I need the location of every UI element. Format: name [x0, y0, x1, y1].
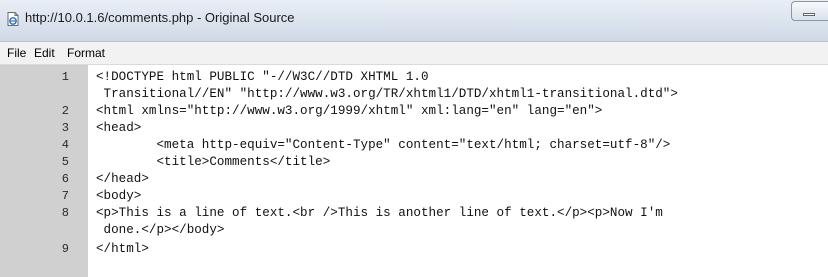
- line-number: 6: [61, 172, 69, 186]
- line-text: <body>: [96, 189, 142, 203]
- line-text: <!DOCTYPE html PUBLIC "-//W3C//DTD XHTML…: [96, 70, 429, 84]
- line-text: </head>: [96, 172, 149, 186]
- line-text: done.</p></body>: [96, 223, 225, 237]
- line-text: <p>This is a line of text.<br />This is …: [96, 206, 663, 220]
- line-number: 2: [61, 104, 69, 118]
- code-line: 6 </head>: [0, 171, 828, 187]
- line-text: <meta http-equiv="Content-Type" content=…: [96, 138, 671, 152]
- title-bar[interactable]: http://10.0.1.6/comments.php - Original …: [0, 0, 828, 42]
- source-view[interactable]: 1 <!DOCTYPE html PUBLIC "-//W3C//DTD XHT…: [0, 65, 828, 277]
- line-number: 8: [61, 206, 69, 220]
- internet-explorer-page-icon: [5, 11, 21, 27]
- menu-edit[interactable]: Edit: [34, 46, 55, 60]
- line-text: <head>: [96, 121, 142, 135]
- code-line: 4 <meta http-equiv="Content-Type" conten…: [0, 137, 828, 153]
- minimize-button[interactable]: [791, 1, 828, 21]
- line-text: </html>: [96, 242, 149, 256]
- code-line: 9 </html>: [0, 241, 828, 257]
- code-line: 2 <html xmlns="http://www.w3.org/1999/xh…: [0, 103, 828, 119]
- code-line: 7 <body>: [0, 188, 828, 204]
- line-text: <title>Comments</title>: [96, 155, 331, 169]
- code-line: 8 <p>This is a line of text.<br />This i…: [0, 205, 828, 221]
- line-number: 1: [61, 70, 69, 84]
- line-number: 9: [61, 242, 69, 256]
- menu-format[interactable]: Format: [67, 46, 105, 60]
- line-text: Transitional//EN" "http://www.w3.org/TR/…: [96, 87, 678, 101]
- menu-file[interactable]: File: [7, 46, 26, 60]
- code-line: 3 <head>: [0, 120, 828, 136]
- line-text: <html xmlns="http://www.w3.org/1999/xhtm…: [96, 104, 603, 118]
- code-line: done.</p></body>: [0, 222, 828, 238]
- window-title: http://10.0.1.6/comments.php - Original …: [25, 10, 295, 25]
- line-number: 3: [61, 121, 69, 135]
- code-line: 5 <title>Comments</title>: [0, 154, 828, 170]
- code-line: 1 <!DOCTYPE html PUBLIC "-//W3C//DTD XHT…: [0, 69, 828, 85]
- menu-bar: File Edit Format: [0, 42, 828, 65]
- code-line: Transitional//EN" "http://www.w3.org/TR/…: [0, 86, 828, 102]
- line-number: 7: [61, 189, 69, 203]
- line-number: 5: [61, 155, 69, 169]
- line-number: 4: [61, 138, 69, 152]
